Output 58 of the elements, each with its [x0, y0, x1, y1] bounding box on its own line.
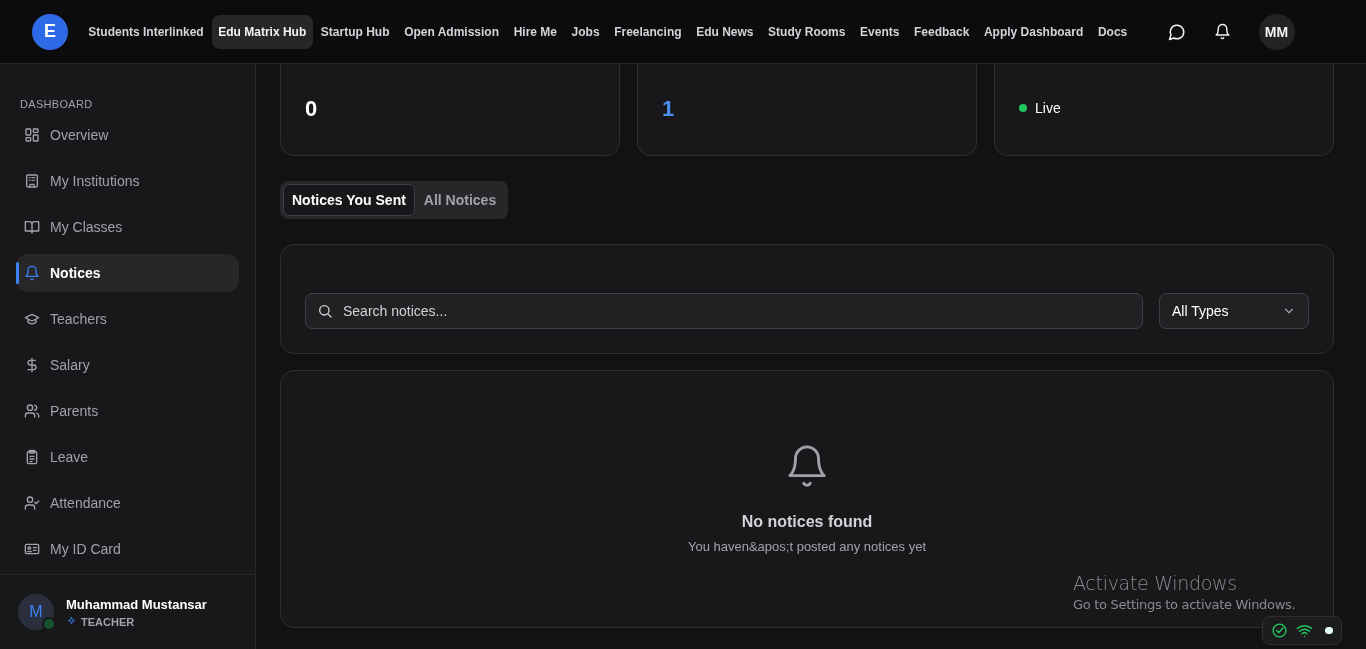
- battery-icon: [1325, 627, 1333, 634]
- dollar-icon: [24, 357, 40, 373]
- user-avatar: M: [18, 594, 54, 630]
- nav-link[interactable]: Students Interlinked: [82, 14, 210, 49]
- activation-message: Go to Settings to activate Windows.: [1073, 597, 1296, 612]
- sidebar-item[interactable]: My Classes: [16, 208, 239, 246]
- notification-icon: [1213, 23, 1231, 40]
- check-circle-icon: [1271, 622, 1288, 639]
- grid-icon: [24, 127, 40, 143]
- nav-link[interactable]: Study Rooms: [761, 14, 852, 49]
- section-heading: DASHBOARD: [19, 97, 94, 112]
- sidebar-item[interactable]: Leave: [16, 438, 239, 476]
- sidebar-item[interactable]: My Institutions: [16, 162, 239, 200]
- empty-message: You haven&apos;t posted any notices yet: [688, 539, 926, 554]
- nav-link[interactable]: Open Admission: [397, 14, 506, 49]
- nav-link[interactable]: Jobs: [565, 14, 606, 49]
- stat-value: 1: [662, 96, 675, 122]
- nav-link[interactable]: Feedback: [907, 14, 976, 49]
- nav-link[interactable]: Hire Me: [507, 14, 564, 49]
- sidebar-item[interactable]: Overview: [16, 116, 239, 154]
- clipboard-icon: [24, 449, 40, 465]
- nav-link[interactable]: Edu News: [689, 14, 760, 49]
- nav-link[interactable]: Events: [853, 14, 906, 49]
- nav-link[interactable]: Edu Matrix Hub: [211, 14, 313, 49]
- user-avatar[interactable]: MM: [1258, 13, 1295, 50]
- sidebar-item[interactable]: Salary: [16, 346, 239, 384]
- status-label: Live: [1035, 100, 1061, 116]
- bell-icon: [24, 265, 40, 281]
- user-check-icon: [24, 495, 40, 511]
- chat-icon: [1167, 22, 1186, 41]
- user-name: Muhammad Mustansar: [66, 596, 207, 612]
- nav-link[interactable]: Apply Dashboard: [977, 14, 1090, 49]
- sidebar-item[interactable]: Parents: [16, 392, 239, 430]
- nav-link[interactable]: Startup Hub: [314, 14, 396, 49]
- tab[interactable]: Notices You Sent: [283, 184, 415, 216]
- sidebar-item[interactable]: Attendance: [16, 484, 239, 522]
- building-icon: [24, 173, 40, 189]
- online-status-dot: [42, 617, 56, 631]
- stat-value: 0: [305, 96, 318, 122]
- sidebar-item[interactable]: Notices: [16, 254, 239, 292]
- empty-title: No notices found: [741, 513, 873, 531]
- id-card-icon: [24, 541, 40, 557]
- wifi-icon: [1296, 622, 1313, 639]
- nav-link[interactable]: Docs: [1091, 14, 1134, 49]
- tab[interactable]: All Notices: [414, 184, 506, 216]
- activation-title: Activate Windows: [1073, 572, 1238, 594]
- graduation-cap-icon: [24, 311, 40, 327]
- sidebar-item[interactable]: Teachers: [16, 300, 239, 338]
- logo[interactable]: E: [32, 13, 68, 50]
- nav-link[interactable]: Freelancing: [607, 14, 688, 49]
- sparkle-icon: [66, 616, 77, 627]
- user-role: TEACHER: [81, 615, 135, 628]
- book-icon: [24, 219, 40, 235]
- users-icon: [24, 403, 40, 419]
- search-field[interactable]: Search notices...: [305, 293, 1143, 329]
- search-icon: [317, 303, 333, 319]
- sidebar-item[interactable]: My ID Card: [16, 530, 239, 568]
- type-dropdown[interactable]: All Types: [1159, 293, 1309, 329]
